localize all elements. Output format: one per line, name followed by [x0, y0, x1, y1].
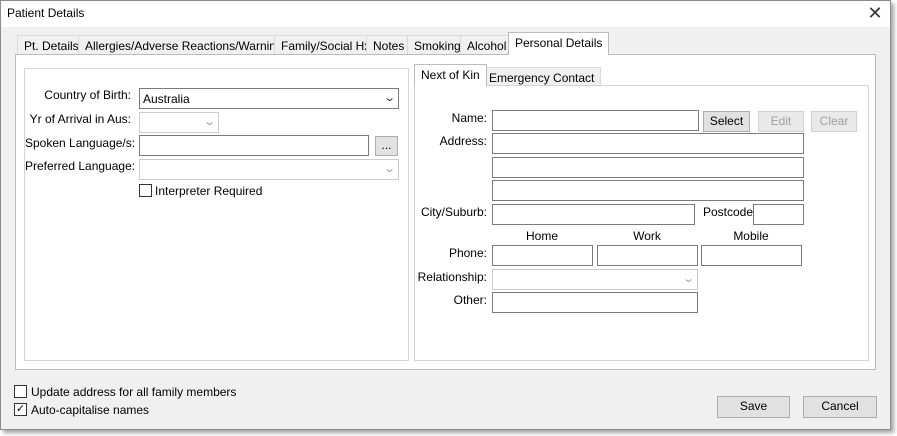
save-button[interactable]: Save — [717, 396, 790, 418]
update-address-checkbox[interactable] — [14, 385, 27, 398]
postcode-label: Postcode: — [703, 205, 757, 219]
relationship-select[interactable]: ⌄ — [492, 269, 698, 290]
spoken-label: Spoken Language/s: — [25, 136, 136, 150]
phone-home-input[interactable] — [492, 245, 593, 266]
tab-family-social[interactable]: Family/Social Hx — [274, 35, 378, 55]
chevron-down-icon: ⌄ — [382, 92, 396, 104]
phone-label: Phone: — [448, 246, 487, 260]
autocap-checkbox[interactable]: ✓ — [14, 403, 27, 416]
address-label: Address: — [439, 134, 487, 148]
tab-notes[interactable]: Notes — [366, 35, 412, 55]
tab-label: Family/Social Hx — [281, 39, 371, 53]
check-icon: ✓ — [15, 403, 26, 415]
tab-allergies[interactable]: Allergies/Adverse Reactions/Warnings — [78, 35, 296, 55]
postcode-input[interactable] — [753, 204, 804, 225]
subtab-next-of-kin[interactable]: Next of Kin — [414, 64, 487, 86]
phone-home-header: Home — [525, 229, 558, 243]
tab-smoking[interactable]: Smoking — [407, 35, 468, 55]
other-label: Other: — [453, 293, 487, 307]
address-line-3[interactable] — [492, 180, 804, 201]
spoken-language-picker-button[interactable]: ... — [375, 136, 398, 156]
cancel-button[interactable]: Cancel — [803, 396, 877, 418]
address-line-1[interactable] — [492, 133, 804, 154]
chevron-down-icon: ⌄ — [681, 273, 695, 285]
interpreter-checkbox[interactable] — [139, 184, 152, 197]
phone-mobile-input[interactable] — [701, 245, 802, 266]
phone-mobile-header: Mobile — [733, 229, 769, 243]
select-button[interactable]: Select — [703, 111, 750, 132]
country-label: Country of Birth: — [44, 88, 131, 102]
name-label: Name: — [451, 111, 487, 125]
tab-alcohol[interactable]: Alcohol — [460, 35, 514, 55]
subtab-label: Emergency Contact — [489, 71, 595, 85]
name-input[interactable] — [492, 110, 699, 131]
close-icon[interactable]: ✕ — [864, 3, 886, 25]
tab-label: Personal Details — [515, 36, 603, 50]
clear-button[interactable]: Clear — [811, 111, 857, 132]
arrival-select[interactable]: ⌄ — [139, 112, 219, 133]
update-address-label: Update address for all family members — [31, 385, 237, 399]
phone-work-input[interactable] — [597, 245, 698, 266]
tab-pt-details[interactable]: Pt. Details — [17, 35, 86, 55]
preferred-language-select[interactable]: ⌄ — [139, 159, 399, 180]
edit-button[interactable]: Edit — [758, 111, 804, 132]
tab-label: Alcohol — [467, 39, 507, 53]
arrival-label: Yr of Arrival in Aus: — [29, 112, 131, 126]
tab-label: Allergies/Adverse Reactions/Warnings — [85, 39, 289, 53]
title-bar: Patient Details ✕ — [1, 1, 890, 27]
tab-personal-details[interactable]: Personal Details — [508, 32, 610, 55]
window-title: Patient Details — [7, 6, 85, 20]
preferred-label: Preferred Language: — [25, 159, 136, 173]
chevron-down-icon: ⌄ — [382, 163, 396, 175]
tab-panel: Country of Birth: Australia ⌄ Yr of Arri… — [15, 54, 876, 370]
tab-label: Pt. Details — [24, 39, 79, 53]
interpreter-label: Interpreter Required — [155, 184, 263, 198]
address-line-2[interactable] — [492, 157, 804, 178]
subtab-label: Next of Kin — [421, 68, 480, 82]
patient-details-window: Patient Details ✕ Pt. Details Allergies/… — [0, 0, 891, 430]
tab-label: Notes — [373, 39, 405, 53]
city-input[interactable] — [492, 204, 695, 225]
other-input[interactable] — [492, 292, 698, 313]
country-select[interactable]: Australia ⌄ — [139, 88, 399, 109]
city-label: City/Suburb: — [420, 205, 487, 219]
tab-label: Smoking — [414, 39, 461, 53]
spoken-language-input[interactable] — [139, 135, 369, 156]
country-value: Australia — [143, 92, 190, 106]
autocap-label: Auto-capitalise names — [31, 403, 150, 417]
chevron-down-icon: ⌄ — [202, 116, 216, 128]
personal-group: Country of Birth: Australia ⌄ Yr of Arri… — [24, 68, 409, 361]
next-of-kin-group: Name: Select Edit Clear Address: City/Su… — [414, 85, 869, 361]
phone-work-header: Work — [633, 229, 661, 243]
relationship-label: Relationship: — [417, 270, 487, 284]
subtab-emergency-contact[interactable]: Emergency Contact — [482, 67, 602, 86]
